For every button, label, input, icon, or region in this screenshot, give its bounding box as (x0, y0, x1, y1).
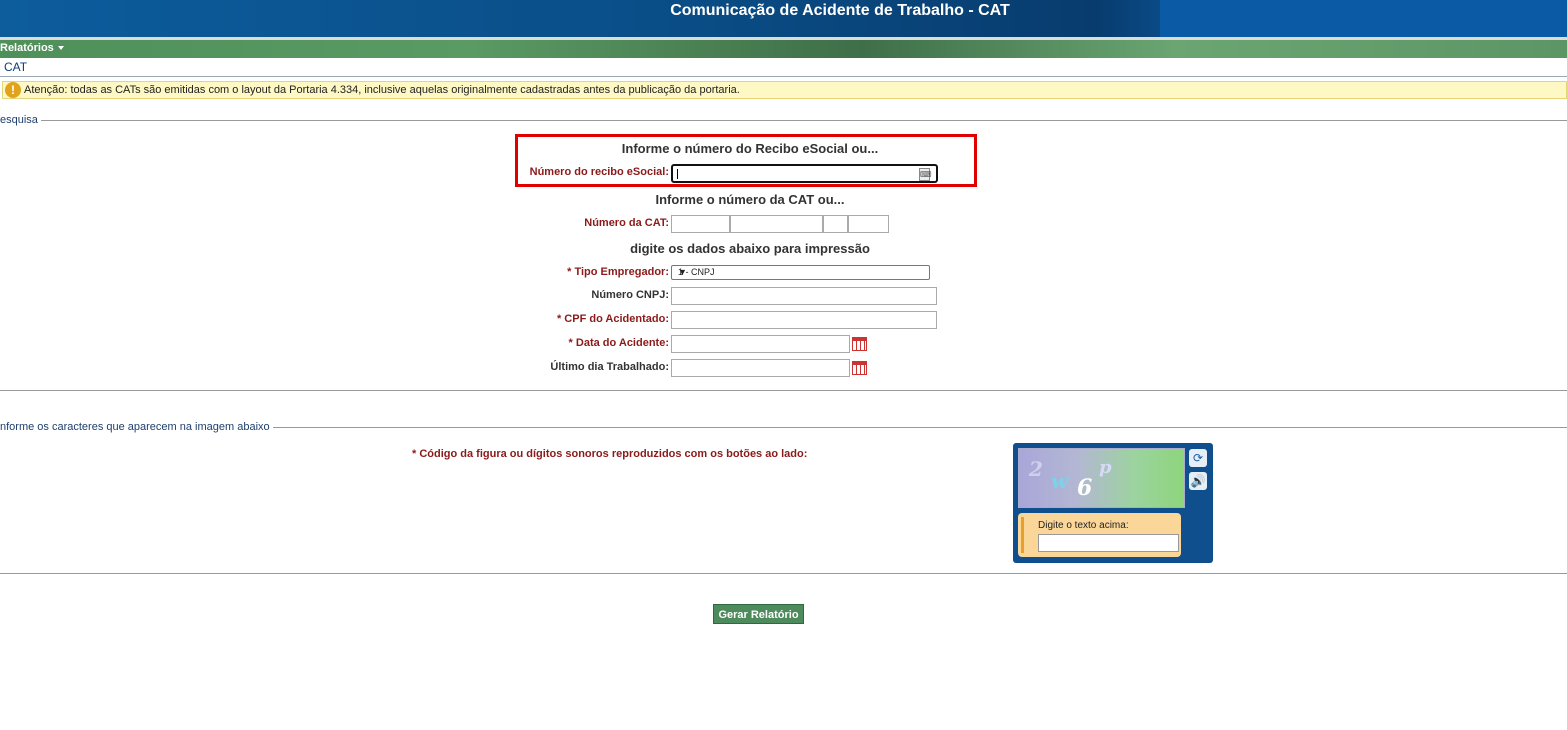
captcha-widget: 2 w 6 p ⟳ 🔊 Digite o texto acima: (1013, 443, 1213, 563)
menu-bar: Relatórios (0, 40, 1567, 58)
tipo-empregador-select[interactable]: 1 - CNPJ ▼ (671, 265, 930, 280)
breadcrumb-divider (0, 76, 1567, 77)
fieldset-legend-captcha: nforme os caracteres que aparecem na ima… (0, 421, 273, 433)
recibo-esocial-input[interactable]: ⌨ (671, 164, 938, 183)
fieldset-legend-pesquisa: esquisa (0, 114, 41, 126)
cat-number-part4[interactable] (848, 215, 889, 233)
captcha-input-label: Digite o texto acima: (1038, 520, 1129, 531)
warning-banner: ! Atenção: todas as CATs são emitidas co… (2, 81, 1567, 99)
cnpj-input[interactable] (671, 287, 937, 305)
cpf-input[interactable] (671, 311, 937, 329)
ultimo-dia-label: Último dia Trabalhado: (550, 361, 669, 373)
breadcrumb: CAT (4, 60, 28, 74)
cat-number-part3[interactable] (823, 215, 848, 233)
captcha-char: p (1099, 457, 1112, 478)
recibo-title: Informe o número do Recibo eSocial ou... (621, 141, 879, 156)
fieldset-top-line (0, 120, 1567, 121)
menu-reports-label: Relatórios (0, 42, 54, 54)
calendar-icon[interactable] (852, 361, 867, 375)
captcha-entry-panel: Digite o texto acima: (1018, 513, 1181, 557)
exclamation-icon: ! (5, 82, 21, 98)
captcha-char: 2 (1029, 457, 1043, 481)
captcha-instruction: * Código da figura ou dígitos sonoros re… (412, 448, 808, 460)
text-caret (677, 169, 678, 179)
cnpj-label: Número CNPJ: (591, 289, 669, 301)
dados-title: digite os dados abaixo para impressão (630, 241, 870, 256)
captcha-char: w (1051, 469, 1069, 493)
virtual-keyboard-icon[interactable]: ⌨ (919, 168, 932, 181)
arrow-down-icon (1021, 517, 1032, 553)
gerar-relatorio-button[interactable]: Gerar Relatório (713, 604, 804, 624)
menu-reports[interactable]: Relatórios (0, 42, 64, 54)
ultimo-dia-input[interactable] (671, 359, 850, 377)
captcha-input[interactable] (1038, 534, 1179, 552)
captcha-char: 6 (1077, 475, 1093, 501)
fieldset-bottom-line (0, 390, 1567, 391)
speaker-icon[interactable]: 🔊 (1189, 472, 1207, 490)
warning-text: Atenção: todas as CATs são emitidas com … (24, 84, 740, 96)
calendar-icon[interactable] (852, 337, 867, 351)
cat-number-part1[interactable] (671, 215, 730, 233)
cat-number-part2[interactable] (730, 215, 823, 233)
tipo-empregador-label: * Tipo Empregador: (567, 266, 669, 278)
refresh-icon[interactable]: ⟳ (1189, 449, 1207, 467)
captcha-image: 2 w 6 p (1018, 448, 1185, 508)
data-acidente-label: * Data do Acidente: (568, 337, 669, 349)
chevron-down-icon: ▼ (678, 267, 687, 277)
header-bar: Comunicação de Acidente de Trabalho - CA… (0, 0, 1567, 37)
captcha-fieldset-bottom-line (0, 573, 1567, 574)
caret-down-icon (57, 46, 64, 51)
data-acidente-input[interactable] (671, 335, 850, 353)
page-title: Comunicação de Acidente de Trabalho - CA… (670, 2, 1010, 19)
recibo-label: Número do recibo eSocial: (529, 166, 669, 178)
cat-label: Número da CAT: (584, 217, 669, 229)
cpf-label: * CPF do Acidentado: (556, 313, 669, 325)
cat-title: Informe o número da CAT ou... (655, 192, 845, 207)
